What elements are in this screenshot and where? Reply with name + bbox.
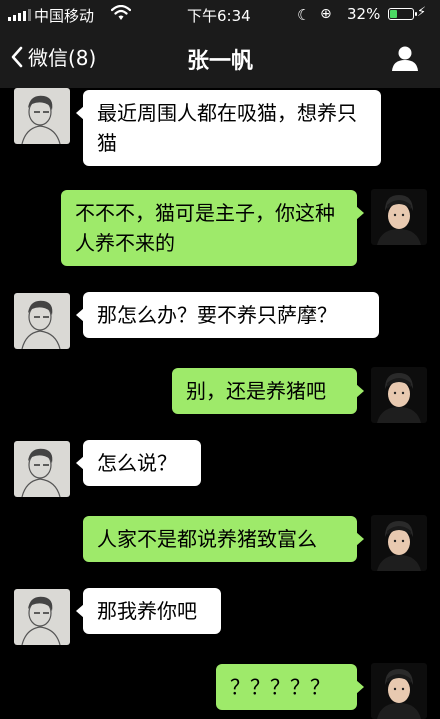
- battery-level: [390, 10, 397, 18]
- friend-avatar[interactable]: [14, 88, 70, 144]
- message-bubble-outgoing: 不不不，猫可是主子，你这种人养不来的: [61, 190, 364, 266]
- chevron-left-icon: [11, 46, 23, 67]
- orientation-lock-icon: ⊕: [320, 6, 332, 22]
- message-bubble-outgoing: ？？？？？: [216, 664, 364, 710]
- friend-avatar[interactable]: [14, 293, 70, 349]
- my-avatar[interactable]: [371, 189, 427, 245]
- moon-icon: ☾: [297, 6, 311, 24]
- chat-area[interactable]: 最近周围人都在吸猫，想养只猫 不不不，猫可是主子，你这种人养不来的 那怎么办？要…: [0, 88, 440, 719]
- status-bar: 中国移动 下午6:34 ☾ ⊕ 32% ⚡: [0, 0, 440, 28]
- message-bubble-outgoing: 别，还是养猪吧: [172, 368, 364, 414]
- friend-avatar[interactable]: [14, 589, 70, 645]
- back-button[interactable]: 微信(8): [10, 42, 96, 71]
- charging-icon: ⚡: [417, 5, 427, 20]
- message-bubble-outgoing: 人家不是都说养猪致富么: [83, 516, 364, 562]
- back-label: 微信(8): [28, 46, 97, 70]
- signal-icon: [8, 9, 31, 21]
- my-avatar[interactable]: [371, 515, 427, 571]
- my-avatar[interactable]: [371, 663, 427, 719]
- carrier-name: 中国移动: [34, 7, 95, 25]
- message-bubble-incoming: 那我养你吧: [76, 588, 221, 634]
- message-bubble-incoming: 那怎么办？要不养只萨摩？: [76, 292, 379, 338]
- friend-avatar[interactable]: [14, 441, 70, 497]
- nav-bar: 微信(8) 张一帆: [0, 28, 440, 88]
- clock: 下午6:34: [187, 7, 251, 25]
- battery-icon: [388, 8, 417, 20]
- message-bubble-incoming: 怎么说？: [76, 440, 201, 486]
- battery-percentage: 32%: [347, 5, 381, 23]
- profile-icon[interactable]: [390, 44, 420, 72]
- message-bubble-incoming: 最近周围人都在吸猫，想养只猫: [76, 90, 381, 166]
- my-avatar[interactable]: [371, 367, 427, 423]
- wifi-icon: [111, 5, 131, 20]
